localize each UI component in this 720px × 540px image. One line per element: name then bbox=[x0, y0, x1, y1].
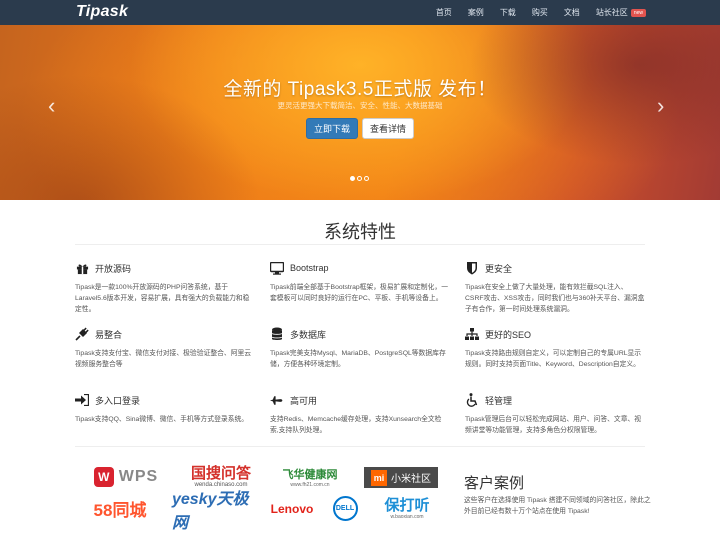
client-logo-58[interactable]: 58同城 bbox=[80, 495, 160, 522]
feature-desc: Tipask在安全上做了大量处理，能有效拦截SQL注入、CSRF攻击、XSS攻击… bbox=[465, 284, 645, 313]
client-logo-wps[interactable]: W WPS bbox=[80, 463, 172, 490]
sitemap-icon bbox=[465, 327, 479, 341]
carousel-dot-2[interactable] bbox=[357, 176, 362, 181]
feature-title: 多入口登录 bbox=[95, 395, 141, 406]
nav-download[interactable]: 下载 bbox=[500, 7, 516, 18]
shield-icon bbox=[465, 261, 479, 275]
hero-title: 全新的 Tipask3.5正式版 发布！ bbox=[223, 79, 497, 100]
feature-title: 高可用 bbox=[290, 395, 318, 406]
feature-light-admin: 轻管理 Tipask管理后台可以轻松完成网站、用户、问答、文章、视频讲堂等功能管… bbox=[465, 393, 645, 436]
mi-icon: mi bbox=[371, 469, 387, 486]
plug-icon bbox=[75, 327, 89, 341]
wps-icon: W bbox=[93, 466, 114, 487]
feature-security: 更安全 Tipask在安全上做了大量处理，能有效拦截SQL注入、CSRF攻击、X… bbox=[465, 261, 645, 315]
nav-home[interactable]: 首页 bbox=[436, 7, 452, 18]
feature-title: 开放源码 bbox=[95, 263, 132, 274]
feature-title: 更安全 bbox=[485, 263, 513, 274]
client-logo-lenovo[interactable]: Lenovo bbox=[264, 499, 320, 519]
client-logo-fh21[interactable]: 飞华健康网 www.fh21.com.cn bbox=[270, 463, 350, 490]
nav-community[interactable]: 站长社区 new bbox=[596, 7, 646, 18]
feature-multi-database: 多数据库 Tipask完美支持Mysql、MariaDB、PostgreSQL等… bbox=[270, 327, 450, 370]
carousel-dot-3[interactable] bbox=[364, 176, 369, 181]
carousel-indicators bbox=[349, 176, 370, 181]
divider bbox=[75, 244, 645, 245]
nav-community-label: 站长社区 bbox=[595, 8, 628, 17]
feature-bootstrap: Bootstrap Tipask前端全部基于Bootstrap框架，极易扩展和定… bbox=[270, 261, 450, 304]
feature-desc: Tipask支持路由规则自定义，可以定制自己的专属URL显示规则。同时支持页面T… bbox=[465, 350, 642, 368]
client-name: 小米社区 bbox=[391, 474, 431, 485]
view-details-button[interactable]: 查看详情 bbox=[362, 118, 414, 139]
client-logos: W WPS 国搜问答 wenda.chinaso.com 飞华健康网 www.f… bbox=[80, 463, 446, 532]
feature-multi-login: 多入口登录 Tipask支持QQ、Sina微博、微信、手机等方式登录系统。 bbox=[75, 393, 255, 425]
client-name: Lenovo bbox=[270, 502, 314, 516]
client-name: 国搜问答 bbox=[190, 464, 251, 482]
monitor-icon bbox=[270, 261, 284, 275]
feature-integration: 易整合 Tipask支持支付宝、微信支付对接、极验验证整合、阿里云视频服务整合等 bbox=[75, 327, 255, 370]
plane-icon bbox=[270, 393, 284, 407]
feature-desc: Tipask支持QQ、Sina微博、微信、手机等方式登录系统。 bbox=[75, 416, 249, 423]
client-name: 58同城 bbox=[93, 501, 147, 520]
client-logo-xiaomi[interactable]: mi 小米社区 bbox=[364, 467, 438, 488]
database-icon bbox=[270, 327, 284, 341]
feature-desc: Tipask支持支付宝、微信支付对接、极验验证整合、阿里云视频服务整合等 bbox=[75, 350, 252, 368]
clients-title: 客户案例 bbox=[464, 475, 525, 492]
features-title: 系统特性 bbox=[324, 222, 396, 242]
feature-title: 多数据库 bbox=[290, 329, 327, 340]
nav-buy[interactable]: 购买 bbox=[532, 7, 548, 18]
client-logo-yesky[interactable]: yesky天极网 bbox=[172, 491, 262, 532]
new-badge: new bbox=[630, 9, 646, 17]
nav-docs[interactable]: 文档 bbox=[564, 7, 580, 18]
nav-cases[interactable]: 案例 bbox=[468, 7, 484, 18]
hero-subtitle: 更灵活更强大下载简洁、安全、性能、大数据基础 bbox=[277, 101, 443, 110]
client-name: DELL bbox=[332, 496, 358, 521]
carousel-dot-1[interactable] bbox=[350, 176, 355, 181]
feature-desc: Tipask完美支持Mysql、MariaDB、PostgreSQL等数据库存储… bbox=[270, 350, 446, 368]
main-nav: 首页 案例 下载 购买 文档 站长社区 new bbox=[420, 0, 646, 25]
login-icon bbox=[75, 393, 89, 407]
clients-desc: 这些客户在选择使用 Tipask 搭建不同领域的问答社区，除此之外目前已经有数十… bbox=[464, 497, 651, 515]
feature-seo: 更好的SEO Tipask支持路由规则自定义，可以定制自己的专属URL显示规则。… bbox=[465, 327, 645, 370]
client-logo-baoxian[interactable]: 保打听 w.baoxian.com bbox=[372, 495, 442, 522]
feature-desc: Tipask前端全部基于Bootstrap框架，极易扩展和定制化，一套模板可以同… bbox=[270, 284, 448, 302]
client-name: yesky天极网 bbox=[172, 490, 249, 532]
brand-logo[interactable]: Tipask bbox=[76, 3, 128, 21]
client-url: www.fh21.com.cn bbox=[290, 481, 330, 488]
top-navbar: Tipask 首页 案例 下载 购买 文档 站长社区 new bbox=[0, 0, 720, 25]
feature-open-source: 开放源码 Tipask是一款100%开放源码的PHP问答系统，基于Laravel… bbox=[75, 261, 255, 315]
download-now-button[interactable]: 立即下载 bbox=[306, 118, 358, 139]
client-name: WPS bbox=[118, 467, 159, 485]
client-name: 保打听 bbox=[384, 496, 430, 514]
feature-title: 轻管理 bbox=[485, 395, 513, 406]
gift-icon bbox=[75, 261, 89, 275]
client-url: w.baoxian.com bbox=[390, 513, 424, 520]
hero-carousel: ‹ › 全新的 Tipask3.5正式版 发布！ 更灵活更强大下载简洁、安全、性… bbox=[0, 25, 720, 200]
client-name: 飞华健康网 bbox=[282, 468, 338, 481]
feature-desc: 支持Redis、Memcache缓存处理，支持Xunsearch全文检索,支持队… bbox=[270, 416, 442, 434]
feature-title: Bootstrap bbox=[290, 263, 329, 273]
feature-title: 更好的SEO bbox=[485, 329, 532, 340]
feature-high-availability: 高可用 支持Redis、Memcache缓存处理，支持Xunsearch全文检索… bbox=[270, 393, 450, 436]
feature-desc: Tipask管理后台可以轻松完成网站、用户、问答、文章、视频讲堂等功能管理，支持… bbox=[465, 416, 642, 434]
feature-title: 易整合 bbox=[95, 329, 123, 340]
wheelchair-icon bbox=[465, 393, 479, 407]
divider bbox=[75, 446, 645, 447]
client-logo-dell[interactable]: DELL bbox=[327, 495, 363, 522]
feature-desc: Tipask是一款100%开放源码的PHP问答系统，基于Laravel5.6版本… bbox=[75, 284, 250, 313]
